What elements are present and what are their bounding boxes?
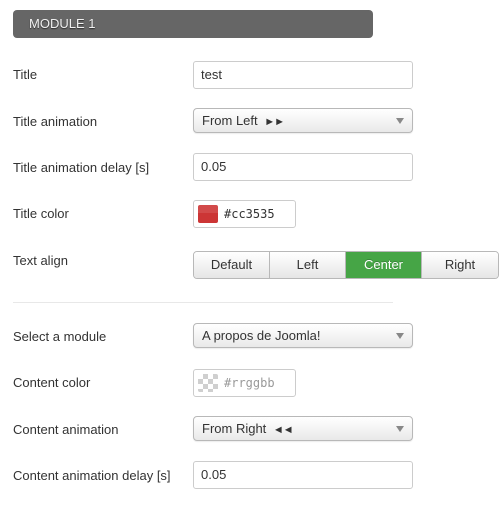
- arrow-left-icon: ◄◄: [272, 424, 294, 436]
- title-animation-delay-label: Title animation delay [s]: [13, 160, 150, 175]
- title-animation-delay-input[interactable]: 0.05: [193, 153, 413, 181]
- title-animation-delay-value: 0.05: [201, 159, 227, 174]
- text-align-button-group: Default Left Center Right: [193, 251, 499, 279]
- title-color-label: Title color: [13, 206, 69, 221]
- title-label: Title: [13, 67, 38, 82]
- module-header[interactable]: MODULE 1: [13, 10, 373, 38]
- content-animation-select[interactable]: From Right ◄◄: [193, 416, 413, 441]
- color-swatch[interactable]: [198, 205, 218, 223]
- select-module-select[interactable]: A propos de Joomla!: [193, 323, 413, 348]
- title-animation-label: Title animation: [13, 114, 98, 129]
- align-default-button[interactable]: Default: [194, 252, 270, 278]
- module-title: MODULE 1: [29, 16, 96, 31]
- content-color-field[interactable]: #rrggbb: [193, 369, 296, 397]
- chevron-down-icon: [396, 333, 404, 339]
- chevron-down-icon: [396, 426, 404, 432]
- align-left-button[interactable]: Left: [270, 252, 346, 278]
- transparent-swatch-icon[interactable]: [198, 374, 218, 392]
- section-divider: [13, 302, 393, 303]
- content-animation-delay-label: Content animation delay [s]: [13, 468, 171, 483]
- content-color-placeholder: #rrggbb: [224, 376, 275, 390]
- content-animation-label: Content animation: [13, 422, 119, 437]
- content-animation-value: From Right: [202, 421, 267, 436]
- select-module-label: Select a module: [13, 329, 107, 344]
- content-animation-delay-input[interactable]: 0.05: [193, 461, 413, 489]
- title-animation-value: From Left: [202, 113, 258, 128]
- title-color-field[interactable]: #cc3535: [193, 200, 296, 228]
- select-module-value: A propos de Joomla!: [202, 328, 321, 343]
- title-input[interactable]: test: [193, 61, 413, 89]
- title-color-value: #cc3535: [224, 207, 275, 221]
- arrow-right-icon: ►►: [264, 116, 285, 128]
- chevron-down-icon: [396, 118, 404, 124]
- title-animation-select[interactable]: From Left ►►: [193, 108, 413, 133]
- align-right-button[interactable]: Right: [422, 252, 498, 278]
- text-align-label: Text align: [13, 253, 68, 268]
- align-center-button[interactable]: Center: [346, 252, 422, 278]
- title-input-value: test: [201, 67, 222, 82]
- content-color-label: Content color: [13, 375, 91, 390]
- content-animation-delay-value: 0.05: [201, 467, 227, 482]
